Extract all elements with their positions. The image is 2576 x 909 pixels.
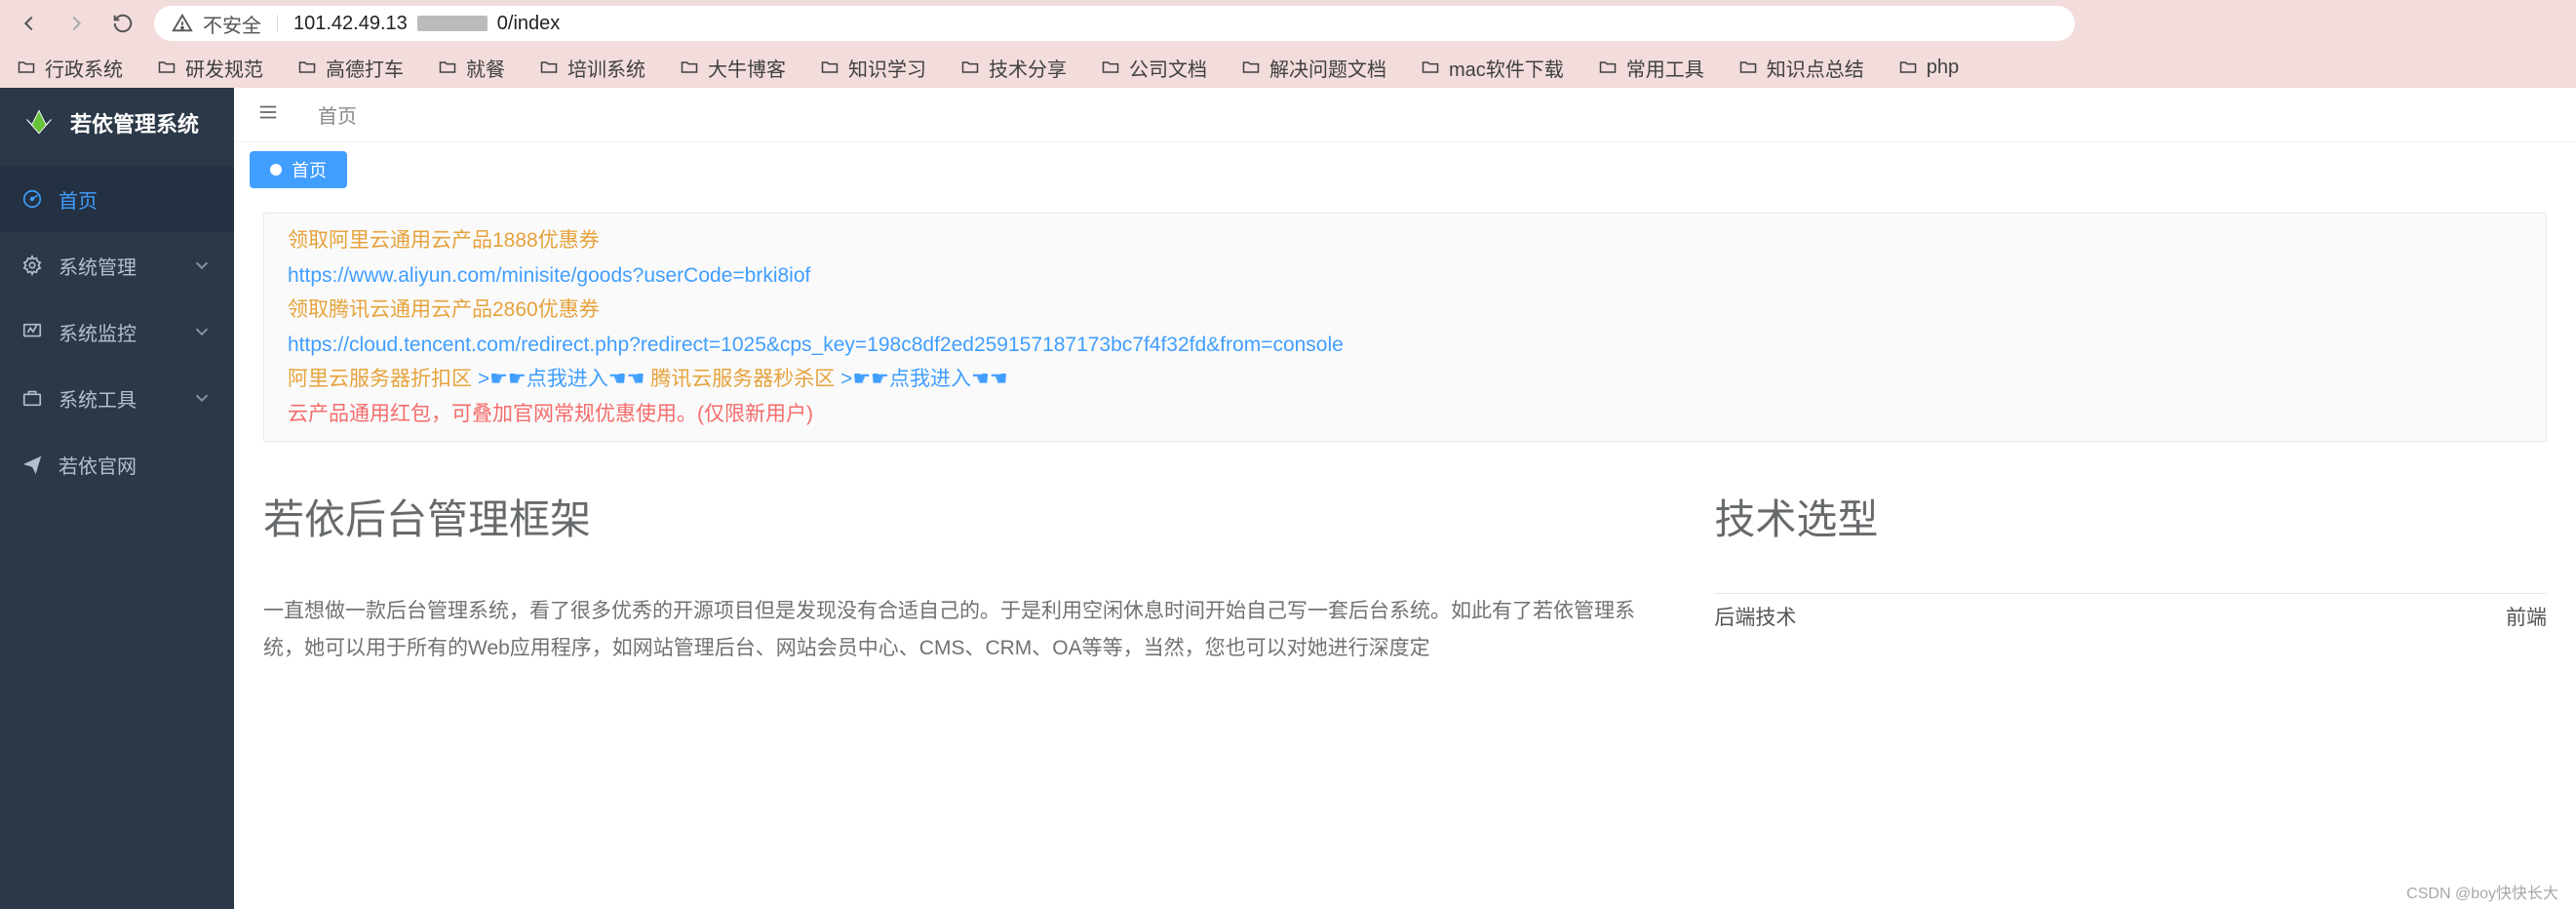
sidebar-item-label: 系统管理: [59, 252, 137, 280]
monitor-icon: [21, 321, 43, 342]
bookmark-item[interactable]: mac软件下载: [1414, 50, 1570, 86]
bookmark-item[interactable]: 行政系统: [10, 50, 129, 86]
back-button[interactable]: [14, 8, 45, 39]
bookmark-item[interactable]: 公司文档: [1094, 50, 1213, 86]
url-bar[interactable]: 不安全 101.42.49.13 0/index: [154, 6, 2075, 41]
promo-click1[interactable]: >☛☛点我进入☚☚: [478, 368, 650, 390]
arrow-left-icon: [19, 13, 40, 34]
watermark: CSDN @boy快快长大: [2406, 880, 2558, 903]
bookmark-item[interactable]: 高德打车: [291, 50, 410, 86]
send-icon: [21, 454, 43, 475]
bookmarks-bar: 行政系统 研发规范 高德打车 就餐 培训系统 大牛博客 知识学习 技术分享 公司…: [0, 47, 2576, 88]
browser-toolbar: 不安全 101.42.49.13 0/index: [0, 0, 2576, 47]
bookmark-item[interactable]: 常用工具: [1591, 50, 1710, 86]
hamburger-icon: [255, 101, 281, 123]
promo-panel: 领取阿里云通用云产品1888优惠券 https://www.aliyun.com…: [263, 213, 2547, 442]
folder-icon: [1897, 58, 1919, 77]
promo-line3: 阿里云服务器折扣区 >☛☛点我进入☚☚ 腾讯云服务器秒杀区 >☛☛点我进入☚☚: [288, 364, 2522, 395]
tech-row: 后端技术 前端: [1714, 593, 2547, 639]
sidebar: 若依管理系统 首页 系统管理 系统监控 系统工具: [0, 88, 234, 909]
tech-frontend-label: 前端: [2506, 602, 2547, 631]
tab-dot-icon: [270, 164, 282, 176]
promo-line2: 领取腾讯云通用云产品2860优惠券: [288, 295, 2522, 326]
url-prefix: 101.42.49.13: [293, 13, 408, 35]
folder-icon: [156, 58, 177, 77]
brand[interactable]: 若依管理系统: [0, 88, 234, 158]
bookmark-item[interactable]: 培训系统: [532, 50, 651, 86]
sidebar-item-system-tool[interactable]: 系统工具: [0, 365, 234, 431]
intro-paragraph: 一直想做一款后台管理系统，看了很多优秀的开源项目但是发现没有合适自己的。于是利用…: [263, 593, 1636, 667]
folder-icon: [538, 58, 560, 77]
sidebar-item-system-monitor[interactable]: 系统监控: [0, 298, 234, 365]
promo-click2[interactable]: >☛☛点我进入☚☚: [840, 368, 1008, 390]
column-right: 技术选型 后端技术 前端: [1714, 487, 2547, 667]
promo-link2[interactable]: https://cloud.tencent.com/redirect.php?r…: [288, 334, 1344, 356]
folder-icon: [679, 58, 700, 77]
url-masked: [417, 16, 488, 31]
folder-icon: [1597, 58, 1619, 77]
promo-line4: 云产品通用红包，可叠加官网常规优惠使用。(仅限新用户): [288, 399, 2522, 430]
page-title-left: 若依后台管理框架: [263, 487, 1636, 546]
chevron-down-icon: [191, 321, 213, 342]
topbar: 首页: [234, 88, 2576, 142]
main-area: 首页 首页 领取阿里云通用云产品1888优惠券 https://www.aliy…: [234, 88, 2576, 909]
bookmark-item[interactable]: 知识学习: [813, 50, 932, 86]
bookmark-item[interactable]: 大牛博客: [673, 50, 792, 86]
url-suffix: 0/index: [497, 13, 561, 35]
security-label: 不安全: [203, 10, 261, 38]
content: 领取阿里云通用云产品1888优惠券 https://www.aliyun.com…: [234, 191, 2576, 689]
folder-icon: [1100, 58, 1121, 77]
forward-button[interactable]: [60, 8, 92, 39]
sidebar-item-label: 若依官网: [59, 451, 137, 479]
tech-backend-label: 后端技术: [1714, 602, 1796, 631]
breadcrumb[interactable]: 首页: [318, 100, 357, 129]
folder-icon: [437, 58, 458, 77]
bookmark-item[interactable]: 就餐: [431, 50, 511, 86]
bookmark-item[interactable]: 技术分享: [954, 50, 1073, 86]
sidebar-menu: 首页 系统管理 系统监控 系统工具 若依官网: [0, 166, 234, 497]
folder-icon: [1420, 58, 1441, 77]
column-left: 若依后台管理框架 一直想做一款后台管理系统，看了很多优秀的开源项目但是发现没有合…: [263, 487, 1636, 667]
sidebar-item-label: 系统工具: [59, 384, 137, 413]
app: 若依管理系统 首页 系统管理 系统监控 系统工具: [0, 88, 2576, 909]
bookmark-item[interactable]: php: [1892, 53, 1965, 83]
folder-icon: [959, 58, 981, 77]
page-title-right: 技术选型: [1714, 487, 2547, 546]
sidebar-item-label: 系统监控: [59, 318, 137, 346]
columns: 若依后台管理框架 一直想做一款后台管理系统，看了很多优秀的开源项目但是发现没有合…: [263, 487, 2547, 667]
tab-home[interactable]: 首页: [250, 151, 347, 188]
folder-icon: [1737, 58, 1759, 77]
tabbar: 首页: [234, 142, 2576, 191]
reload-icon: [112, 13, 134, 34]
gear-icon: [21, 255, 43, 276]
folder-icon: [819, 58, 840, 77]
reload-button[interactable]: [107, 8, 138, 39]
toolbox-icon: [21, 387, 43, 409]
chevron-down-icon: [191, 255, 213, 276]
promo-line1: 领取阿里云通用云产品1888优惠券: [288, 225, 2522, 257]
arrow-right-icon: [65, 13, 87, 34]
bookmark-item[interactable]: 知识点总结: [1732, 50, 1870, 86]
insecure-icon: [172, 13, 193, 34]
tab-label: 首页: [292, 157, 327, 182]
bookmark-item[interactable]: 解决问题文档: [1234, 50, 1392, 86]
folder-icon: [16, 58, 37, 77]
bookmark-item[interactable]: 研发规范: [150, 50, 269, 86]
folder-icon: [1240, 58, 1262, 77]
sidebar-item-home[interactable]: 首页: [0, 166, 234, 232]
promo-link1[interactable]: https://www.aliyun.com/minisite/goods?us…: [288, 264, 810, 287]
folder-icon: [296, 58, 318, 77]
sidebar-item-official-site[interactable]: 若依官网: [0, 431, 234, 497]
sidebar-item-label: 首页: [59, 185, 98, 214]
sidebar-item-system-manage[interactable]: 系统管理: [0, 232, 234, 298]
chevron-down-icon: [191, 387, 213, 409]
url-divider: [277, 15, 278, 32]
brand-logo-icon: [21, 105, 57, 140]
dashboard-icon: [21, 188, 43, 210]
brand-title: 若依管理系统: [70, 107, 199, 138]
toggle-sidebar-button[interactable]: [255, 101, 281, 128]
